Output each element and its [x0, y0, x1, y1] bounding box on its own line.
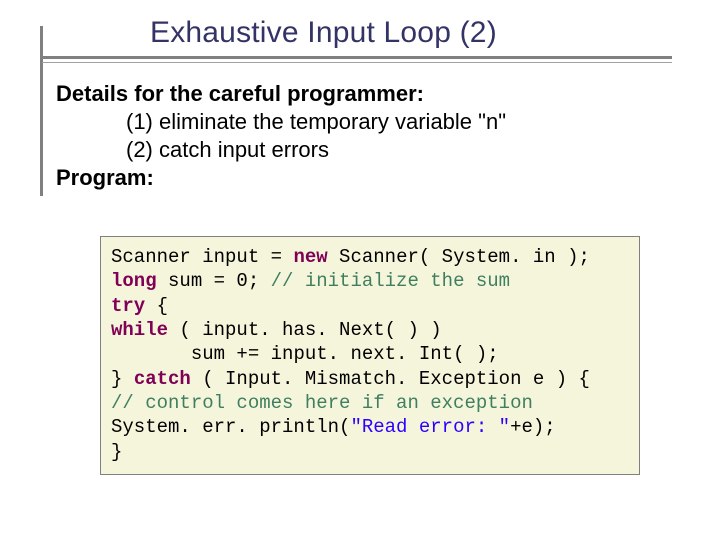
- point-2: (2) catch input errors: [56, 136, 680, 164]
- code-kw-while: while: [111, 319, 168, 341]
- code-l8b: +e);: [510, 416, 556, 438]
- decoration-hline-thin: [42, 62, 672, 63]
- code-kw-catch: catch: [134, 368, 191, 390]
- code-l4a: ( input. has. Next( ) ): [168, 319, 442, 341]
- code-l9a: }: [111, 441, 122, 463]
- code-pre: Scanner input = new Scanner( System. in …: [111, 245, 629, 464]
- code-cmt-init: // initialize the sum: [271, 270, 510, 292]
- code-block: Scanner input = new Scanner( System. in …: [100, 236, 640, 475]
- code-l1a: Scanner input =: [111, 246, 293, 268]
- code-kw-try: try: [111, 295, 145, 317]
- code-l8a: System. err. println(: [111, 416, 350, 438]
- details-label: Details for the careful programmer:: [56, 80, 680, 108]
- decoration-hline-thick: [42, 56, 672, 59]
- body-text: Details for the careful programmer: (1) …: [56, 80, 680, 193]
- code-l5a: sum += input. next. Int( );: [191, 343, 499, 365]
- code-kw-new: new: [293, 246, 327, 268]
- code-str-read: "Read error: ": [350, 416, 510, 438]
- point-1: (1) eliminate the temporary variable "n": [56, 108, 680, 136]
- code-l1b: Scanner( System. in );: [328, 246, 590, 268]
- slide-title: Exhaustive Input Loop (2): [150, 16, 497, 50]
- program-label: Program:: [56, 164, 680, 192]
- code-kw-long: long: [111, 270, 157, 292]
- code-l6b: ( Input. Mismatch. Exception e ) {: [191, 368, 590, 390]
- code-cmt-ctrl: // control comes here if an exception: [111, 392, 533, 414]
- code-l5-indent: [111, 343, 191, 365]
- code-l3a: {: [145, 295, 168, 317]
- code-l6a: }: [111, 368, 134, 390]
- slide: Exhaustive Input Loop (2) Details for th…: [0, 0, 720, 540]
- decoration-vertical-line: [40, 26, 43, 196]
- code-l2a: sum = 0;: [157, 270, 271, 292]
